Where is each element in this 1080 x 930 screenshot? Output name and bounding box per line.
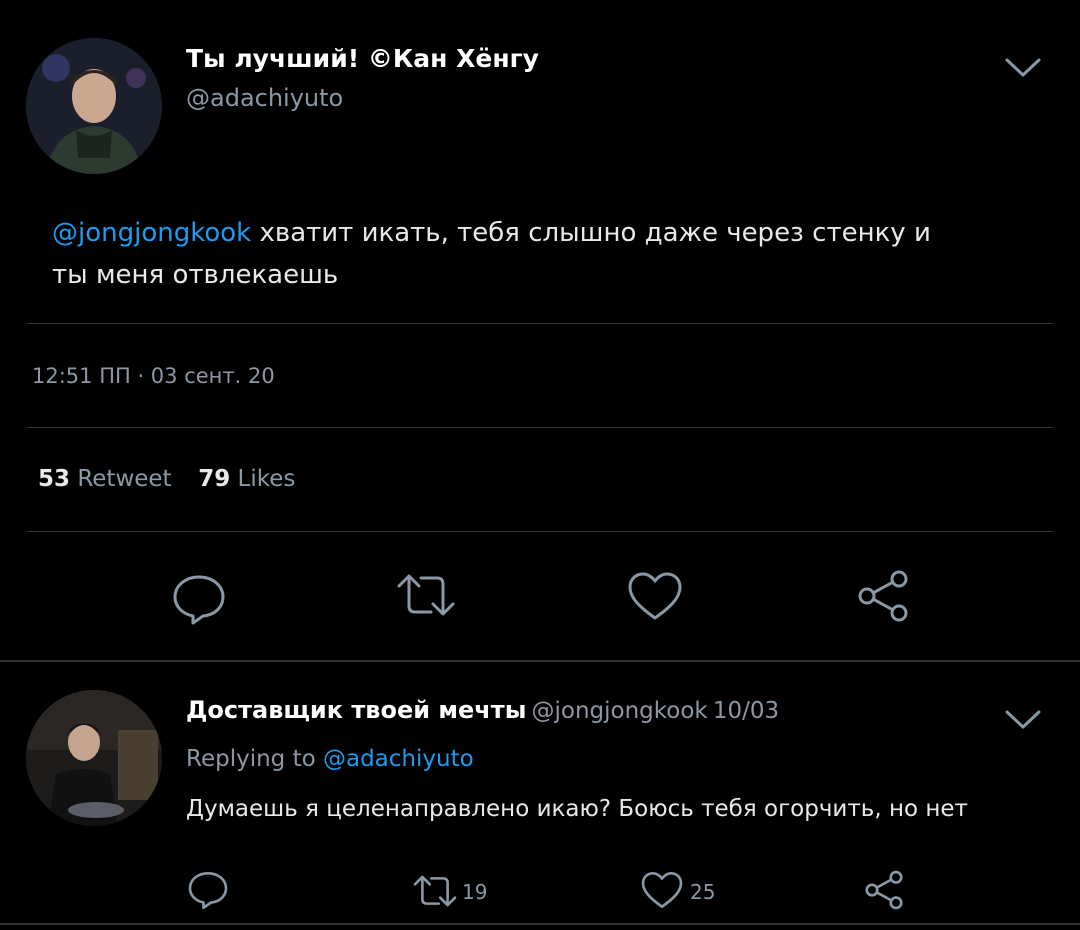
engagement-stats: 53 Retweet 79 Likes	[38, 466, 295, 492]
likes-label[interactable]: Likes	[238, 466, 296, 492]
likes-count[interactable]: 79	[198, 466, 230, 492]
divider	[26, 323, 1054, 324]
divider	[26, 531, 1054, 532]
reply-like-count[interactable]: 25	[690, 880, 715, 904]
reply-author-handle[interactable]: @jongjongkook	[532, 698, 708, 724]
retweet-label[interactable]: Retweet	[77, 466, 171, 492]
author-handle[interactable]: @adachiyuto	[186, 84, 343, 112]
reply-chevron-down-icon[interactable]	[1004, 708, 1042, 732]
tweet-timestamp[interactable]: 12:51 ПП · 03 сент. 20	[32, 364, 275, 388]
replying-to-handle[interactable]: @adachiyuto	[323, 746, 474, 772]
reply-text: Думаешь я целенаправлено икаю? Боюсь теб…	[186, 796, 968, 822]
author-name[interactable]: Ты лучший! ©Кан Хёнгу	[186, 44, 539, 73]
reply-share-icon[interactable]	[862, 869, 906, 911]
like-icon[interactable]	[626, 570, 684, 622]
reply-date[interactable]: 10/03	[713, 698, 779, 724]
reply-retweet-icon[interactable]	[412, 872, 458, 910]
retweet-icon[interactable]	[395, 570, 457, 620]
replying-to: Replying to @adachiyuto	[186, 746, 474, 772]
reply-header: Доставщик твоей мечты @jongjongkook 10/0…	[186, 696, 779, 724]
divider	[26, 427, 1054, 428]
share-icon[interactable]	[854, 568, 912, 624]
reply-author-name[interactable]: Доставщик твоей мечты	[186, 696, 526, 724]
author-avatar[interactable]	[26, 38, 162, 174]
reply-author-avatar[interactable]	[26, 690, 162, 826]
tweet-mention[interactable]: @jongjongkook	[52, 218, 251, 248]
replying-to-label: Replying to	[186, 746, 316, 772]
reply-icon[interactable]	[171, 570, 227, 626]
retweet-count[interactable]: 53	[38, 466, 70, 492]
reply-retweet-count[interactable]: 19	[462, 880, 487, 904]
reply-like-icon[interactable]	[640, 870, 684, 910]
bottom-divider	[0, 923, 1080, 925]
reply-reply-icon[interactable]	[187, 868, 229, 910]
tweet-text: @jongjongkook хватит икать, тебя слышно …	[52, 212, 952, 296]
chevron-down-icon[interactable]	[1004, 56, 1042, 80]
section-divider	[0, 660, 1080, 662]
